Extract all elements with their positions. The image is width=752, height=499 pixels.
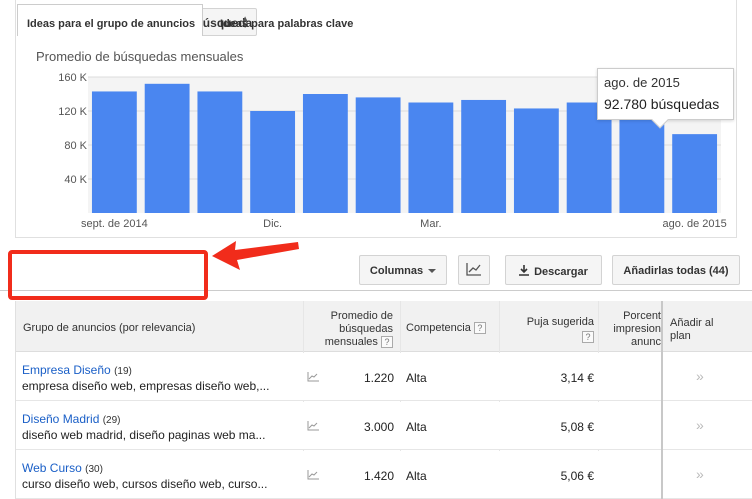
red-arrow-annotation — [212, 241, 299, 270]
tab-keyword-ideas[interactable]: Ideas para palabras clave — [208, 4, 360, 36]
chevron-down-icon — [428, 269, 437, 274]
suggested-bid-value: 5,08 € — [560, 420, 594, 434]
header-impression-share[interactable]: Porcent impresion anunc — [604, 310, 661, 349]
highlight-box — [8, 250, 208, 300]
keyword-list: curso diseño web, cursos diseño web, cur… — [22, 477, 268, 491]
bar — [144, 83, 190, 213]
tab-ad-group-ideas[interactable]: Ideas para el grupo de anuncios — [17, 4, 203, 36]
header-competition[interactable]: Competencia ? — [406, 322, 486, 335]
tooltip-date: ago. de 2015 — [604, 75, 680, 90]
add-to-plan-column — [661, 301, 752, 499]
download-button[interactable]: Descargar — [505, 255, 602, 285]
chart-tooltip: ago. de 2015 92.780 búsquedas — [597, 68, 734, 129]
columns-button-label: Columnas — [369, 265, 424, 277]
ad-group-link[interactable]: Diseño Madrid (29) — [22, 412, 121, 426]
x-tick-label: Mar. — [420, 218, 441, 230]
table-header: Grupo de anuncios (por relevancia) Prome… — [16, 301, 752, 352]
keyword-count: (29) — [102, 415, 121, 426]
chart-toggle-button[interactable] — [458, 255, 490, 285]
help-icon[interactable]: ? — [473, 322, 486, 335]
x-tick-label: Dic. — [263, 218, 282, 230]
header-suggested-bid[interactable]: Puja sugerida ? — [496, 316, 594, 344]
competition-value: Alta — [406, 420, 427, 434]
table-row: Empresa Diseño (19) empresa diseño web, … — [16, 353, 752, 401]
suggested-bid-value: 5,06 € — [560, 469, 594, 483]
keyword-count: (30) — [85, 464, 103, 475]
tooltip-value: 92.780 búsquedas — [604, 96, 720, 112]
table-row: Web Curso (30) curso diseño web, cursos … — [16, 451, 752, 499]
header-impr-line3: anunc — [631, 336, 661, 348]
ad-group-name: Empresa Diseño — [22, 363, 111, 377]
line-chart-icon — [466, 263, 481, 276]
help-icon[interactable]: ? — [381, 336, 393, 349]
avg-searches-value: 1.220 — [363, 371, 394, 385]
header-avg-line3: mensuales — [324, 336, 378, 348]
x-tick-label: ago. de 2015 — [663, 218, 727, 230]
header-competition-label: Competencia — [406, 322, 471, 334]
competition-value: Alta — [406, 469, 427, 483]
bar — [91, 91, 137, 213]
ad-group-link[interactable]: Empresa Diseño (19) — [22, 363, 132, 377]
ad-group-link[interactable]: Web Curso (30) — [22, 461, 103, 475]
y-tick-label: 40 K — [64, 174, 87, 186]
avg-searches-value: 1.420 — [363, 469, 394, 483]
competition-value: Alta — [406, 371, 427, 385]
header-avg-line1: Promedio de — [330, 310, 393, 322]
ad-group-name: Web Curso — [22, 461, 82, 475]
keyword-list: diseño web madrid, diseño paginas web ma… — [22, 428, 266, 442]
header-ad-group[interactable]: Grupo de anuncios (por relevancia) — [23, 322, 195, 334]
header-avg-line2: búsquedas — [339, 323, 393, 335]
bar — [672, 134, 718, 213]
keyword-count: (19) — [114, 366, 132, 377]
y-tick-label: 80 K — [64, 140, 87, 152]
header-bid-label: Puja sugerida — [526, 316, 594, 328]
bar — [513, 108, 559, 213]
bar — [461, 99, 507, 213]
bar — [302, 94, 348, 213]
table-row: Diseño Madrid (29) diseño web madrid, di… — [16, 402, 752, 450]
y-tick-label: 160 K — [58, 72, 87, 84]
x-tick-label: sept. de 2014 — [81, 218, 148, 230]
header-avg-searches[interactable]: Promedio de búsquedas mensuales ? — [316, 310, 393, 349]
header-impr-line2: impresion — [613, 323, 661, 335]
y-tick-label: 120 K — [58, 106, 87, 118]
ad-group-name: Diseño Madrid — [22, 412, 100, 426]
download-icon — [519, 265, 530, 276]
help-icon[interactable]: ? — [582, 331, 594, 344]
header-impr-line1: Porcent — [623, 310, 661, 322]
bar — [355, 97, 401, 213]
columns-button[interactable]: Columnas — [359, 255, 447, 285]
bar — [250, 111, 296, 213]
suggested-bid-value: 3,14 € — [560, 371, 594, 385]
avg-searches-value: 3.000 — [363, 420, 394, 434]
ad-group-table: Grupo de anuncios (por relevancia) Prome… — [15, 301, 752, 499]
download-button-label: Descargar — [534, 266, 588, 278]
add-all-button[interactable]: Añadirlas todas (44) — [612, 255, 740, 285]
bar — [408, 102, 454, 213]
bar — [197, 91, 243, 213]
keyword-list: empresa diseño web, empresas diseño web,… — [22, 379, 270, 393]
